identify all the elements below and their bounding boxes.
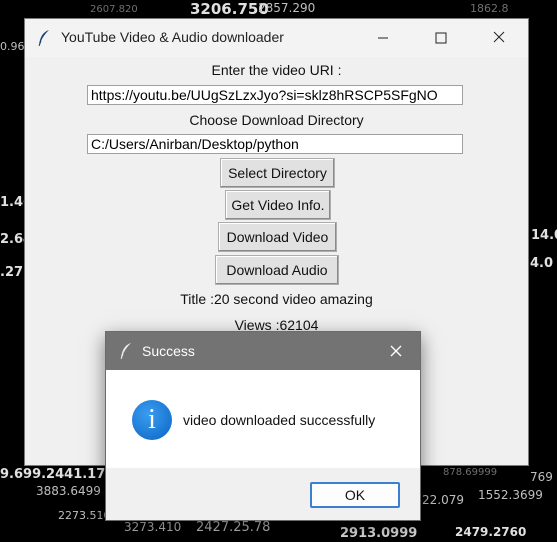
close-button[interactable] [487, 27, 511, 49]
dialog-footer: OK [106, 468, 420, 520]
close-icon[interactable] [388, 343, 404, 359]
ok-button[interactable]: OK [310, 482, 400, 508]
video-title-info: Title :20 second video amazing [180, 291, 373, 307]
feather-icon [38, 30, 49, 47]
success-dialog: Success i video downloaded successfully … [105, 331, 421, 521]
download-audio-button[interactable]: Download Audio [215, 255, 339, 285]
bg-number: 4.0 [530, 256, 554, 271]
feather-icon [120, 343, 131, 360]
bg-number: 769 [530, 470, 553, 484]
directory-input[interactable]: C:/Users/Anirban/Desktop/python [87, 134, 463, 154]
bg-number: 3883.6499 [36, 484, 101, 498]
select-directory-button[interactable]: Select Directory [220, 158, 335, 188]
minimize-button[interactable] [371, 27, 395, 49]
window-title: YouTube Video & Audio downloader [61, 29, 284, 45]
bg-number: 1862.8 [470, 2, 509, 15]
maximize-button[interactable] [429, 27, 453, 49]
bg-number: 2607.820 [90, 4, 138, 15]
bg-number: 3273.410 [124, 520, 182, 534]
get-video-info-button[interactable]: Get Video Info. [225, 190, 331, 220]
uri-input[interactable]: https://youtu.be/UUgSzLzxJyo?si=sklz8hRS… [87, 85, 463, 105]
bg-number: 2857.290 [258, 1, 316, 15]
bg-number: 2913.0999 [340, 526, 418, 541]
bg-number: .27 [0, 265, 24, 280]
dialog-title: Success [142, 343, 195, 359]
bg-number: 14.0 [531, 228, 557, 243]
bg-number: 3206.750 [190, 0, 269, 18]
uri-label: Enter the video URI : [211, 62, 342, 78]
download-video-button[interactable]: Download Video [218, 222, 337, 252]
bg-number: 22.079 [422, 493, 464, 507]
bg-number: 2479.2760 [455, 525, 527, 539]
bg-number: 9.699.2441.170 [0, 467, 115, 482]
directory-label: Choose Download Directory [189, 112, 364, 128]
bg-number: 2427.25.78 [196, 520, 271, 535]
bg-number: 878.69999 [443, 467, 498, 478]
info-icon: i [132, 400, 172, 440]
dialog-body: i video downloaded successfully [106, 370, 420, 468]
dialog-titlebar[interactable]: Success [106, 332, 420, 370]
main-titlebar[interactable]: YouTube Video & Audio downloader [25, 19, 528, 57]
dialog-message: video downloaded successfully [183, 412, 376, 428]
bg-number: 2273.510 [58, 509, 111, 522]
bg-number: 1552.3699 [478, 488, 543, 502]
